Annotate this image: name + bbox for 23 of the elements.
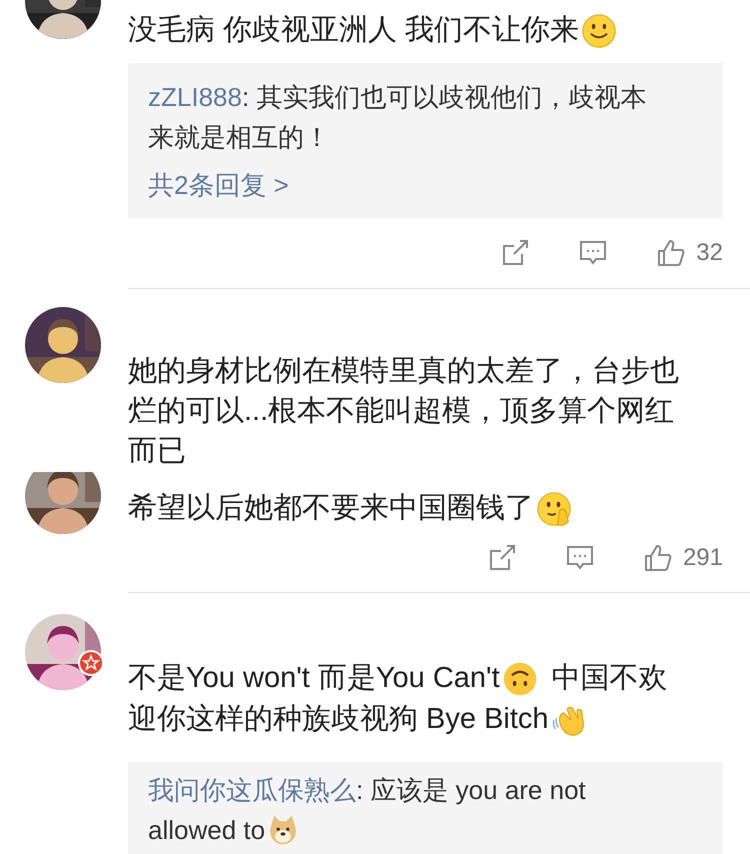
username-link[interactable]: 我问你这瓜保熟么 (148, 770, 356, 810)
comment-text: : 应该是 you are not (356, 774, 586, 807)
smiley-icon (581, 12, 618, 48)
comment-text: 迎你这样的种族歧视狗 Bye Bitch (128, 702, 549, 737)
comment-text: allowed to (148, 814, 266, 847)
thumbs-up-icon (656, 238, 686, 268)
like-count: 291 (682, 544, 723, 572)
upside-down-face-icon (502, 660, 538, 696)
comment-text: 来就是相互的！ (148, 121, 330, 154)
comment-text: 烂的可以...根本不能叫超模，顶多算个网红 (128, 394, 674, 429)
more-replies-link[interactable]: 共2条回复 > (148, 165, 289, 205)
comment-text: 不是You won't 而是You Can't (128, 661, 500, 696)
shy-face-icon (536, 490, 572, 526)
share-icon (500, 238, 530, 268)
like-count: 32 (696, 239, 723, 267)
username-link[interactable]: zZLI888 (148, 77, 242, 117)
comment-text: 没毛病 你歧视亚洲人 我们不让你来 (128, 13, 580, 48)
comment-text: : 其实我们也可以歧视他们，歧视本 (242, 81, 646, 114)
comment-text: 希望以后她都不要来中国圈钱了 (128, 491, 534, 526)
comment-text: 中国不欢 (552, 661, 668, 696)
comment-text: 她的身材比例在模特里真的太差了，台步也 (128, 354, 679, 389)
thumbs-up-icon (642, 543, 673, 573)
comment-text: 而已 (128, 434, 186, 469)
